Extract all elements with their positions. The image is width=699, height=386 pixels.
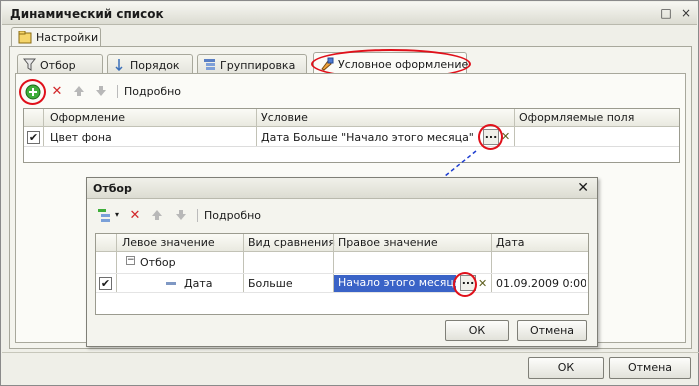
filter-right-value[interactable]: Начало этого месяца [334, 275, 461, 292]
tab-grouping-label: Группировка [220, 59, 296, 72]
select-button-highlight-ring [478, 124, 503, 150]
formatting-table: Оформление Условие Оформляемые поля ✔ Цв… [23, 108, 680, 163]
dialog-move-up-icon[interactable] [149, 208, 165, 224]
add-dropdown-icon[interactable]: ▾ [115, 210, 119, 219]
filter-group-row[interactable]: − Отбор [96, 253, 588, 272]
tab-grouping[interactable]: Группировка [197, 54, 307, 74]
filter-table-header: Левое значение Вид сравнения Правое знач… [96, 234, 588, 252]
filter-dialog-close-icon[interactable]: ✕ [577, 180, 589, 196]
add-condition-icon[interactable] [97, 208, 113, 224]
collapse-icon[interactable]: − [126, 256, 135, 265]
col-left-value[interactable]: Левое значение [122, 236, 215, 249]
row-checkbox[interactable]: ✔ [27, 131, 40, 144]
sort-icon [115, 59, 123, 71]
filter-comparison[interactable]: Больше [248, 277, 293, 290]
ok-button[interactable]: ОК [528, 357, 604, 379]
filter-left-value: Дата [184, 277, 213, 290]
close-button[interactable]: × [678, 6, 694, 21]
move-down-icon[interactable] [93, 84, 109, 100]
dialog-ok-button[interactable]: ОК [445, 320, 509, 341]
tab-order[interactable]: Порядок [107, 54, 193, 74]
row-design: Цвет фона [50, 131, 112, 144]
filter-group-label: Отбор [140, 256, 176, 269]
filter-dialog: Отбор ✕ ▾ ✕ Подробно Левое значение Вид … [86, 177, 598, 347]
col-fields[interactable]: Оформляемые поля [519, 111, 634, 124]
dynamic-list-window: Динамический список □ × Настройки Отбор … [0, 0, 699, 386]
table-row[interactable]: ✔ Цвет фона Дата Больше "Начало этого ме… [24, 128, 679, 147]
tab-order-label: Порядок [130, 59, 180, 72]
row-condition: Дата Больше "Начало этого месяца" [261, 131, 474, 144]
right-value-clear-icon[interactable]: ✕ [478, 277, 487, 290]
filter-icon [23, 58, 36, 71]
tab-settings[interactable]: Настройки [11, 27, 101, 47]
maximize-button[interactable]: □ [658, 6, 674, 21]
filter-dialog-title-bar: Отбор ✕ [87, 178, 597, 199]
details-button[interactable]: Подробно [117, 85, 181, 98]
filter-dialog-title: Отбор [93, 182, 132, 195]
dialog-cancel-button[interactable]: Отмена [517, 320, 587, 341]
field-icon [166, 282, 176, 285]
tab-filter-label: Отбор [40, 59, 76, 72]
dialog-delete-icon[interactable]: ✕ [127, 208, 143, 224]
tab-filter[interactable]: Отбор [17, 54, 103, 74]
col-right-value[interactable]: Правое значение [338, 236, 438, 249]
move-up-icon[interactable] [71, 84, 87, 100]
title-bar: Динамический список □ × [2, 2, 697, 25]
col-date[interactable]: Дата [496, 236, 524, 249]
delete-icon[interactable]: ✕ [49, 84, 65, 100]
window-title: Динамический список [10, 7, 164, 21]
tab-settings-label: Настройки [36, 31, 99, 44]
dialog-move-down-icon[interactable] [173, 208, 189, 224]
table-header: Оформление Условие Оформляемые поля [24, 109, 679, 127]
cancel-button[interactable]: Отмена [609, 357, 691, 379]
col-comparison[interactable]: Вид сравнения [248, 236, 335, 249]
filter-table: Левое значение Вид сравнения Правое знач… [95, 233, 589, 315]
group-icon [204, 59, 215, 70]
filter-row[interactable]: ✔ Дата Больше Начало этого месяца ... ✕ … [96, 273, 588, 293]
filter-date: 01.09.2009 0:00... [496, 277, 586, 290]
filter-row-checkbox[interactable]: ✔ [99, 277, 112, 290]
add-highlight-ring [19, 79, 46, 105]
dialog-select-highlight-ring [453, 272, 477, 297]
col-condition[interactable]: Условие [261, 111, 308, 124]
col-design[interactable]: Оформление [50, 111, 125, 124]
settings-icon [18, 31, 32, 44]
dialog-details-button[interactable]: Подробно [197, 209, 261, 222]
